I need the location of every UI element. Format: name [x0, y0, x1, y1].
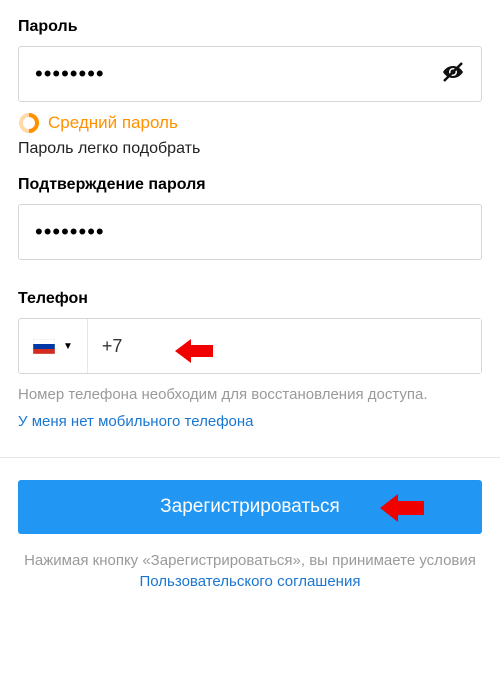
phone-row: ▼ — [18, 318, 482, 374]
password-value: •••••••• — [35, 63, 105, 85]
phone-label: Телефон — [18, 290, 482, 308]
no-phone-link[interactable]: У меня нет мобильного телефона — [18, 413, 254, 430]
flag-icon — [33, 339, 55, 354]
footer-text: Нажимая кнопку «Зарегистрироваться», вы … — [18, 550, 482, 592]
footer-text-before: Нажимая кнопку «Зарегистрироваться», вы … — [24, 552, 476, 569]
annotation-arrow-icon — [380, 494, 424, 528]
phone-help: Номер телефона необходим для восстановле… — [18, 384, 482, 405]
password-strength: Средний пароль — [18, 112, 482, 134]
chevron-down-icon: ▼ — [63, 341, 73, 352]
strength-icon — [18, 112, 40, 134]
password-hint: Пароль легко подобрать — [18, 140, 482, 158]
phone-input[interactable] — [88, 319, 481, 373]
strength-text: Средний пароль — [48, 113, 178, 133]
terms-link[interactable]: Пользовательского соглашения — [140, 573, 361, 590]
divider — [0, 457, 500, 458]
confirm-value: •••••••• — [35, 221, 105, 243]
confirm-label: Подтверждение пароля — [18, 176, 482, 194]
register-button-label: Зарегистрироваться — [160, 496, 340, 517]
confirm-input-wrap[interactable]: •••••••• — [18, 204, 482, 260]
country-selector[interactable]: ▼ — [19, 319, 88, 373]
toggle-visibility-icon[interactable] — [441, 60, 465, 89]
register-button[interactable]: Зарегистрироваться — [18, 480, 482, 534]
password-input-wrap[interactable]: •••••••• — [18, 46, 482, 102]
phone-group: Телефон ▼ Номер телефона необходим для в… — [18, 290, 482, 431]
password-label: Пароль — [18, 18, 482, 36]
confirm-group: Подтверждение пароля •••••••• — [18, 176, 482, 260]
password-group: Пароль •••••••• Средний пароль Пароль ле… — [18, 18, 482, 158]
